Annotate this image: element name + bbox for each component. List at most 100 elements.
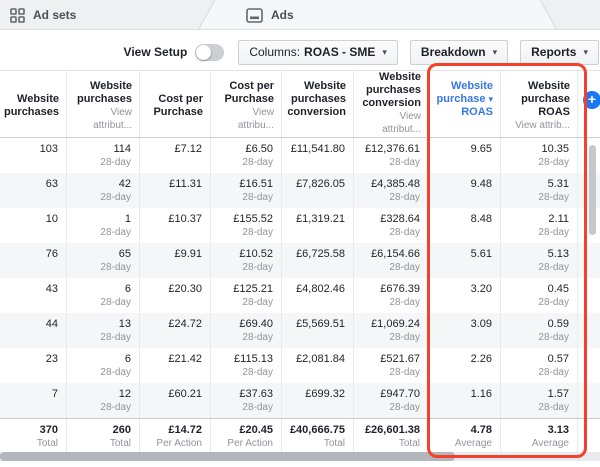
cell-value: 7 xyxy=(51,388,58,400)
cell-sublabel: 28-day xyxy=(538,192,569,203)
reports-label: Reports xyxy=(531,45,577,59)
metric-cell: £11.31 xyxy=(140,173,211,208)
cell-sublabel: 28-day xyxy=(242,402,273,413)
cell-value: 2.26 xyxy=(470,353,492,365)
cell-value: £24.72 xyxy=(168,318,202,330)
metric-cell: 2.26 xyxy=(429,348,501,383)
metric-cell: 5.61 xyxy=(429,243,501,278)
cell-value: £10.37 xyxy=(168,213,202,225)
cell-value: 103 xyxy=(39,143,58,155)
cell-sublabel: 28-day xyxy=(100,297,131,308)
tab-ads[interactable]: Ads xyxy=(246,0,294,29)
cell-sublabel: Average xyxy=(531,438,569,449)
column-title: Cost per Purchase xyxy=(224,80,274,105)
cell-sublabel: 28-day xyxy=(389,227,420,238)
row-spacer-cell xyxy=(578,383,600,418)
metric-cell: £7.12 xyxy=(140,138,211,173)
entity-tabbar: Ad sets Ads xyxy=(0,0,600,30)
table-footer: 370 Total 260 Total £14.72 Per Action £20.45 Pe… xyxy=(0,418,600,452)
metric-cell: 65 28-day xyxy=(67,243,140,278)
metric-cell: £9.91 xyxy=(140,243,211,278)
cell-value: 3.13 xyxy=(547,424,569,436)
cell-value: 10.35 xyxy=(541,143,569,155)
view-setup-toggle[interactable] xyxy=(195,43,225,61)
metric-cell: £37.63 28-day xyxy=(211,383,282,418)
table-row: 63 42 28-day £11.31 £16.51 28-day £7,826.05 £4,… xyxy=(0,173,600,208)
horizontal-scrollbar[interactable] xyxy=(0,452,600,461)
reports-dropdown-button[interactable]: Reports ▾ xyxy=(520,39,599,65)
column-header-purchase-roas-attributed[interactable]: Website purchase ROAS View attrib... xyxy=(501,71,578,137)
cell-value: £20.30 xyxy=(168,283,202,295)
cell-value: £10.52 xyxy=(239,248,273,260)
column-attribution-note: View attrib... xyxy=(515,120,570,131)
cell-value: 1.16 xyxy=(470,388,492,400)
cell-value: 260 xyxy=(112,424,131,436)
cell-sublabel: Total xyxy=(109,438,131,449)
cell-value: £11,541.80 xyxy=(290,143,345,155)
ad-card-icon xyxy=(246,7,263,23)
cell-value: £155.52 xyxy=(233,213,273,225)
metric-cell: 0.59 28-day xyxy=(501,313,578,348)
column-header-website-purchases-attributed[interactable]: Website purchases View attribut... xyxy=(67,71,140,137)
columns-dropdown-button[interactable]: Columns: ROAS - SME ▾ xyxy=(238,39,398,65)
horizontal-scrollbar-thumb[interactable] xyxy=(0,452,455,461)
cell-value: 13 xyxy=(118,318,131,330)
metric-cell: 3.09 xyxy=(429,313,501,348)
cell-value: £6.50 xyxy=(245,143,273,155)
total-cell: £20.45 Per Action xyxy=(211,419,282,452)
cell-sublabel: 28-day xyxy=(100,192,131,203)
metric-cell: 7 xyxy=(0,383,67,418)
metric-cell: 9.65 xyxy=(429,138,501,173)
metric-cell: £5,569.51 xyxy=(282,313,354,348)
row-spacer-cell xyxy=(578,348,600,383)
vertical-scrollbar-thumb[interactable] xyxy=(589,145,596,235)
cell-sublabel: 28-day xyxy=(100,402,131,413)
metric-cell: 76 xyxy=(0,243,67,278)
cell-value: 9.48 xyxy=(470,178,492,190)
column-attribution-note: View attribu... xyxy=(237,107,274,131)
columns-selected-value: ROAS - SME xyxy=(304,45,376,59)
metric-cell: 9.48 xyxy=(429,173,501,208)
metric-cell: 5.13 28-day xyxy=(501,243,578,278)
cell-value: 63 xyxy=(45,178,58,190)
metric-cell: £10.52 28-day xyxy=(211,243,282,278)
row-spacer-cell xyxy=(578,313,600,348)
metric-cell: 1.16 xyxy=(429,383,501,418)
cell-value: 0.45 xyxy=(547,283,569,295)
breakdown-label: Breakdown xyxy=(420,45,486,59)
cell-value: £1,069.24 xyxy=(371,318,420,330)
column-header-purchase-roas-sorted[interactable]: Website purchase ▾ ROAS xyxy=(429,71,501,137)
cell-sublabel: Per Action xyxy=(227,438,273,449)
cell-sublabel: 28-day xyxy=(100,367,131,378)
breakdown-dropdown-button[interactable]: Breakdown ▾ xyxy=(409,39,509,65)
table-row: 103 114 28-day £7.12 £6.50 28-day £11,541.80 £1… xyxy=(0,138,600,173)
column-header-website-purchases[interactable]: Website purchases xyxy=(0,71,67,137)
tab-ad-sets[interactable]: Ad sets xyxy=(10,0,76,29)
cell-sublabel: 28-day xyxy=(242,332,273,343)
cell-value: 8.48 xyxy=(470,213,492,225)
cell-value: £521.67 xyxy=(380,353,420,365)
metric-cell: £676.39 28-day xyxy=(354,278,429,313)
cell-value: £9.91 xyxy=(174,248,202,260)
metric-cell: 0.57 28-day xyxy=(501,348,578,383)
column-header-purchases-conversion-attributed[interactable]: Website purchases conversion View attrib… xyxy=(354,71,429,137)
cell-value: £5,569.51 xyxy=(296,318,345,330)
column-header-cost-per-purchase[interactable]: Cost per Purchase xyxy=(140,71,211,137)
column-header-cost-per-purchase-attributed[interactable]: Cost per Purchase View attribu... xyxy=(211,71,282,137)
total-cell: £40,666.75 Total xyxy=(282,419,354,452)
add-column-button[interactable]: + xyxy=(583,91,600,109)
cell-sublabel: 28-day xyxy=(242,297,273,308)
metric-cell: 63 xyxy=(0,173,67,208)
cell-sublabel: 28-day xyxy=(389,332,420,343)
view-setup-control: View Setup xyxy=(123,43,225,61)
column-header-purchases-conversion[interactable]: Website purchases conversion xyxy=(282,71,354,137)
cell-sublabel: Average xyxy=(454,438,492,449)
cell-value: 44 xyxy=(45,318,58,330)
metric-cell: 8.48 xyxy=(429,208,501,243)
cell-sublabel: Total xyxy=(398,438,420,449)
column-title: Website purchase ▾ ROAS xyxy=(436,80,493,118)
view-setup-label: View Setup xyxy=(123,45,188,59)
cell-sublabel: 28-day xyxy=(538,262,569,273)
cell-sublabel: 28-day xyxy=(538,367,569,378)
table-row: 10 1 28-day £10.37 £155.52 28-day £1,319.21 £32… xyxy=(0,208,600,243)
